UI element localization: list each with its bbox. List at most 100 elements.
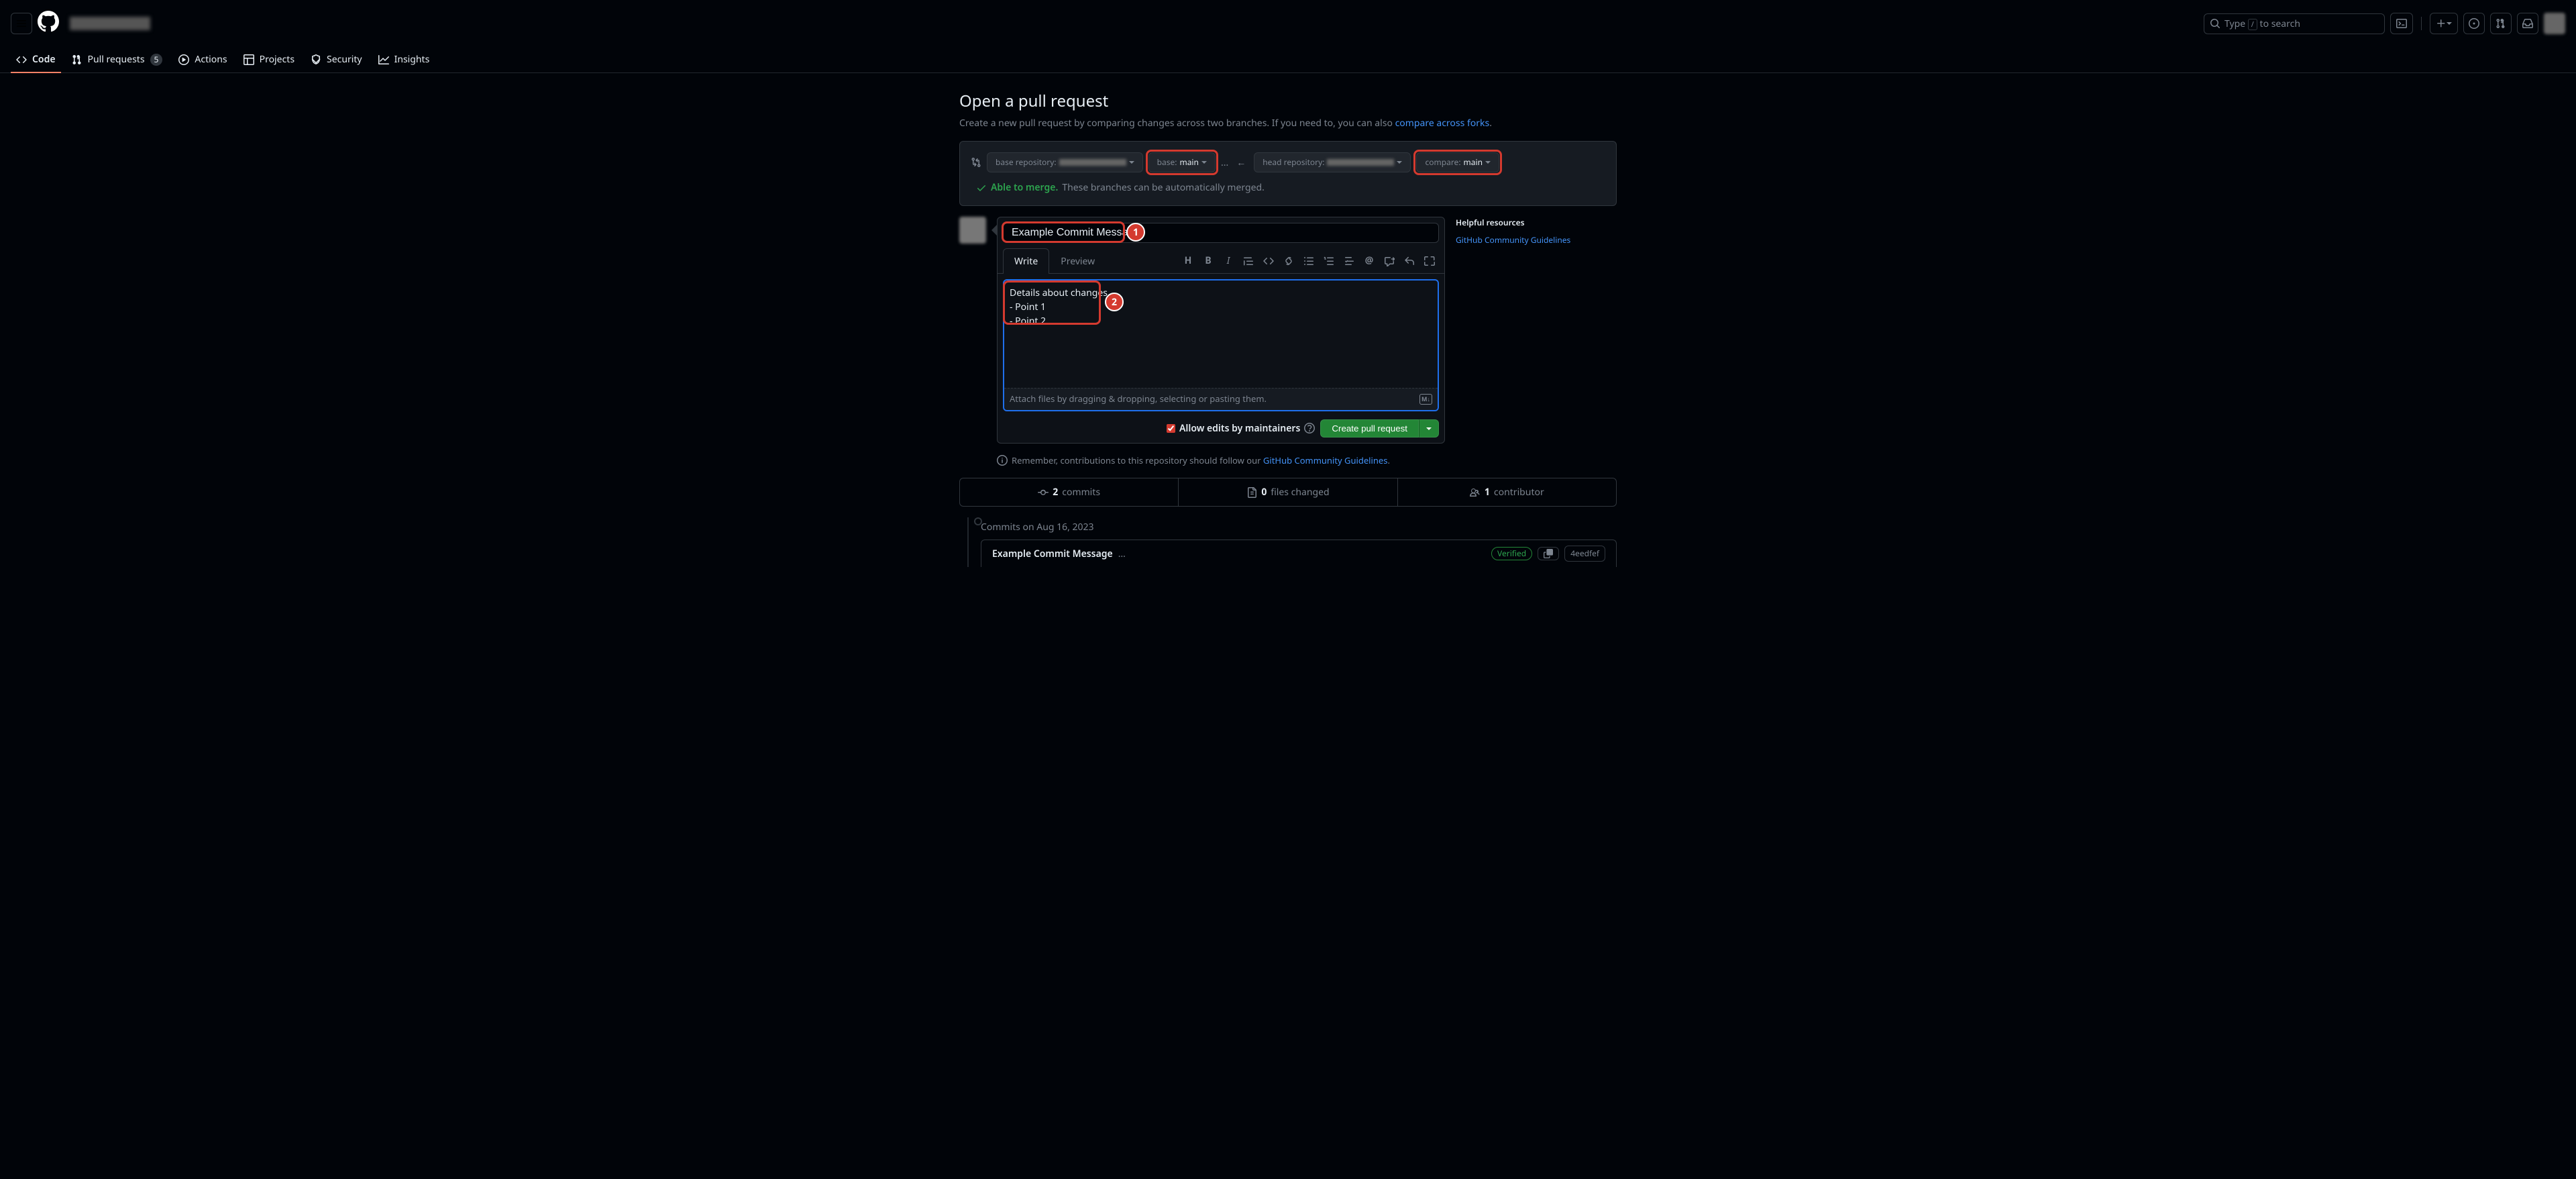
copy-icon <box>1544 549 1553 558</box>
chevron-down-icon <box>2447 22 2452 25</box>
sidebar-heading: Helpful resources <box>1456 217 1617 229</box>
markdown-icon[interactable]: M↓ <box>1419 394 1432 405</box>
head-repo-selector[interactable]: head repository: <box>1254 152 1411 172</box>
git-pull-request-icon <box>2496 18 2506 29</box>
create-new-button[interactable] <box>2430 13 2458 34</box>
graph-icon <box>378 54 389 65</box>
mention-button[interactable]: @ <box>1360 252 1379 270</box>
list-unordered-icon <box>1303 256 1314 266</box>
file-diff-icon <box>1246 487 1257 498</box>
pr-count-badge: 5 <box>150 54 163 66</box>
base-branch-selector[interactable]: base: main <box>1148 152 1216 172</box>
plus-icon <box>2436 18 2447 29</box>
stat-files[interactable]: 0files changed <box>1179 478 1397 506</box>
pull-requests-button[interactable] <box>2490 13 2512 34</box>
tab-insights[interactable]: Insights <box>373 47 435 73</box>
tab-security[interactable]: Security <box>305 47 368 73</box>
page-subhead: Create a new pull request by comparing c… <box>959 116 1617 130</box>
cross-reference-icon <box>1384 256 1395 266</box>
task-list-button[interactable] <box>1340 252 1358 270</box>
git-pull-request-icon <box>72 54 83 65</box>
code-button[interactable] <box>1259 252 1278 270</box>
list-ordered-icon <box>1324 256 1334 266</box>
check-icon <box>976 183 987 193</box>
quote-button[interactable] <box>1239 252 1258 270</box>
hamburger-icon <box>16 18 27 29</box>
bold-button[interactable]: B <box>1199 252 1218 270</box>
commit-row: Example Commit Message … Verified 4eedfe… <box>981 540 1617 567</box>
guidelines-link[interactable]: GitHub Community Guidelines <box>1263 454 1388 466</box>
info-icon <box>997 455 1008 466</box>
unordered-list-button[interactable] <box>1299 252 1318 270</box>
allow-edits-checkbox[interactable]: Allow edits by maintainers <box>1167 421 1315 435</box>
annotation-badge-1: 1 <box>1126 223 1145 242</box>
people-icon <box>1470 487 1481 498</box>
tasklist-icon <box>1344 256 1354 266</box>
code-icon <box>16 54 27 65</box>
user-avatar[interactable] <box>2544 13 2565 34</box>
global-header: Type / to search <box>0 0 2576 47</box>
compare-across-forks-link[interactable]: compare across forks <box>1395 117 1490 130</box>
command-palette-button[interactable] <box>2390 13 2413 34</box>
pr-body-textarea[interactable]: Details about changes - Point 1 - Point … <box>1004 280 1438 388</box>
chevron-down-icon <box>1397 161 1402 164</box>
commit-icon <box>1038 487 1049 498</box>
shield-icon <box>311 54 321 65</box>
write-tab[interactable]: Write <box>1003 248 1049 274</box>
ordered-list-button[interactable] <box>1320 252 1338 270</box>
hamburger-menu-button[interactable] <box>11 13 32 34</box>
github-logo[interactable] <box>38 11 59 36</box>
stats-bar: 2commits 0files changed 1contributor <box>959 478 1617 507</box>
play-icon <box>178 54 189 65</box>
community-guidelines-link[interactable]: GitHub Community Guidelines <box>1456 234 1570 246</box>
notifications-button[interactable] <box>2517 13 2538 34</box>
chevron-down-icon <box>1485 161 1491 164</box>
repo-nav: Code Pull requests 5 Actions Projects Se… <box>0 47 2576 73</box>
link-button[interactable] <box>1279 252 1298 270</box>
chevron-down-icon <box>1201 161 1207 164</box>
author-avatar[interactable] <box>959 217 986 244</box>
link-icon <box>1283 256 1294 266</box>
preview-tab[interactable]: Preview <box>1049 248 1106 274</box>
heading-button[interactable]: H <box>1179 252 1197 270</box>
timeline-date: Commits on Aug 16, 2023 <box>970 517 1617 540</box>
commit-sha[interactable]: 4eedfef <box>1564 546 1605 562</box>
create-pr-dropdown[interactable] <box>1419 419 1439 438</box>
fullscreen-icon <box>1424 256 1435 266</box>
chevron-down-icon <box>1426 427 1432 430</box>
copy-sha-button[interactable] <box>1538 547 1559 560</box>
repo-breadcrumb[interactable] <box>70 17 150 30</box>
tab-pull-requests[interactable]: Pull requests 5 <box>66 47 168 73</box>
git-compare-icon <box>971 157 981 168</box>
arrow-left-icon: ← <box>1234 156 1248 170</box>
reply-icon <box>1404 256 1415 266</box>
pr-title-input[interactable] <box>1003 223 1439 243</box>
question-icon[interactable] <box>1304 423 1315 433</box>
cross-reference-button[interactable] <box>1380 252 1399 270</box>
attach-files-hint[interactable]: Attach files by dragging & dropping, sel… <box>1004 388 1438 410</box>
code-icon <box>1263 256 1274 266</box>
issue-icon <box>2469 18 2479 29</box>
reply-button[interactable] <box>1400 252 1419 270</box>
divider <box>2421 17 2422 30</box>
tab-code[interactable]: Code <box>11 47 61 73</box>
annotation-badge-2: 2 <box>1105 293 1124 311</box>
verified-badge[interactable]: Verified <box>1491 547 1532 560</box>
compare-branch-selector[interactable]: compare: main <box>1416 152 1499 172</box>
guidelines-note: Remember, contributions to this reposito… <box>959 454 1617 468</box>
tab-actions[interactable]: Actions <box>173 47 232 73</box>
create-pr-button[interactable]: Create pull request <box>1320 419 1419 438</box>
table-icon <box>244 54 254 65</box>
commit-message-link[interactable]: Example Commit Message <box>992 547 1113 561</box>
tab-projects[interactable]: Projects <box>238 47 300 73</box>
fullscreen-button[interactable] <box>1420 252 1439 270</box>
stat-commits[interactable]: 2commits <box>960 478 1179 506</box>
merge-status: Able to merge. These branches can be aut… <box>971 181 1605 195</box>
search-input[interactable]: Type / to search <box>2204 13 2385 34</box>
issues-button[interactable] <box>2463 13 2485 34</box>
quote-icon <box>1243 256 1254 266</box>
stat-contributors[interactable]: 1contributor <box>1398 478 1616 506</box>
italic-button[interactable]: I <box>1219 252 1238 270</box>
sidebar: Helpful resources GitHub Community Guide… <box>1456 217 1617 444</box>
base-repo-selector[interactable]: base repository: <box>987 152 1143 172</box>
